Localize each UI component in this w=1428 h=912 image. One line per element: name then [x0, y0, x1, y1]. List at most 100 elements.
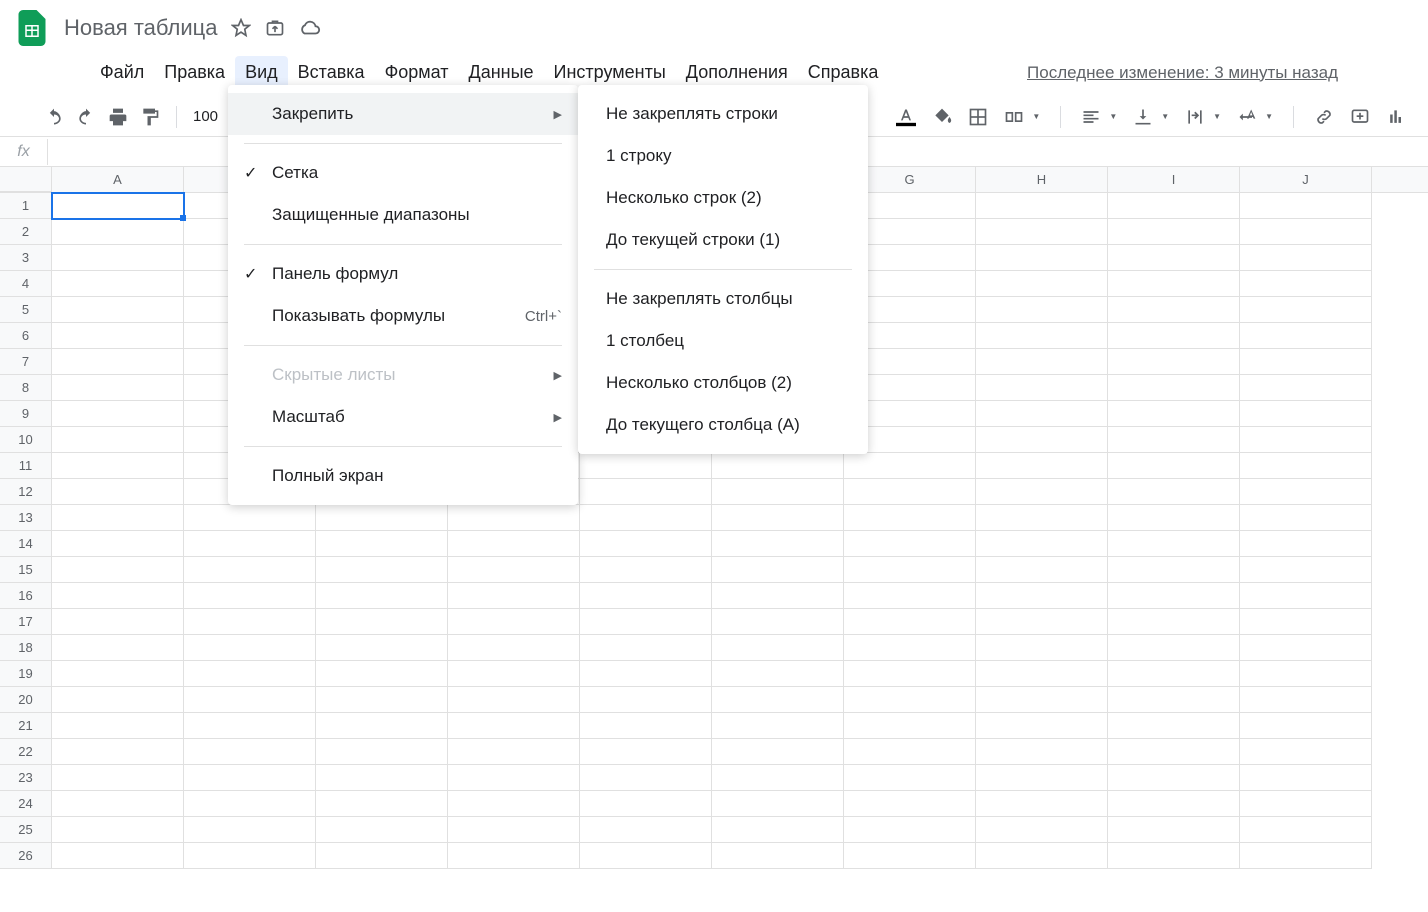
cell[interactable] — [1240, 557, 1372, 583]
cell[interactable] — [712, 817, 844, 843]
cell[interactable] — [844, 453, 976, 479]
cell[interactable] — [844, 609, 976, 635]
cell[interactable] — [1240, 713, 1372, 739]
cell[interactable] — [52, 401, 184, 427]
cell[interactable] — [1108, 193, 1240, 219]
cell[interactable] — [316, 791, 448, 817]
cell[interactable] — [580, 609, 712, 635]
row-header[interactable]: 22 — [0, 739, 52, 765]
cell[interactable] — [976, 583, 1108, 609]
cell[interactable] — [184, 609, 316, 635]
cell[interactable] — [1240, 219, 1372, 245]
row-header[interactable]: 6 — [0, 323, 52, 349]
cell[interactable] — [448, 661, 580, 687]
cell[interactable] — [52, 557, 184, 583]
cell[interactable] — [976, 349, 1108, 375]
move-icon[interactable] — [265, 18, 285, 38]
cell[interactable] — [976, 739, 1108, 765]
cell[interactable] — [844, 635, 976, 661]
cell[interactable] — [1240, 297, 1372, 323]
cell[interactable] — [316, 583, 448, 609]
cell[interactable] — [712, 479, 844, 505]
cell[interactable] — [1240, 193, 1372, 219]
cell[interactable] — [976, 557, 1108, 583]
horizontal-align-icon[interactable] — [1081, 107, 1101, 127]
cell[interactable] — [52, 219, 184, 245]
cell[interactable] — [976, 245, 1108, 271]
cell[interactable] — [1240, 427, 1372, 453]
cell[interactable] — [844, 843, 976, 869]
menu-zoom[interactable]: Масштаб ▶ — [228, 396, 578, 438]
cell[interactable] — [1240, 583, 1372, 609]
row-header[interactable]: 4 — [0, 271, 52, 297]
cell[interactable] — [316, 505, 448, 531]
cell[interactable] — [1108, 661, 1240, 687]
cell[interactable] — [976, 635, 1108, 661]
cell[interactable] — [844, 817, 976, 843]
cell[interactable] — [1108, 583, 1240, 609]
cell[interactable] — [976, 323, 1108, 349]
row-header[interactable]: 14 — [0, 531, 52, 557]
cell[interactable] — [976, 375, 1108, 401]
row-header[interactable]: 1 — [0, 193, 52, 219]
cell[interactable] — [448, 583, 580, 609]
cell[interactable] — [52, 583, 184, 609]
cell[interactable] — [580, 687, 712, 713]
cell[interactable] — [976, 687, 1108, 713]
row-header[interactable]: 20 — [0, 687, 52, 713]
cell[interactable] — [1108, 505, 1240, 531]
cell[interactable] — [52, 843, 184, 869]
cell[interactable] — [52, 375, 184, 401]
cell[interactable] — [712, 453, 844, 479]
cell[interactable] — [976, 817, 1108, 843]
cell[interactable] — [1240, 401, 1372, 427]
cell[interactable] — [1108, 323, 1240, 349]
cell[interactable] — [1240, 635, 1372, 661]
freeze-no-rows[interactable]: Не закреплять строки — [578, 93, 868, 135]
freeze-to-current-col[interactable]: До текущего столбца (A) — [578, 404, 868, 446]
row-header[interactable]: 21 — [0, 713, 52, 739]
freeze-2-rows[interactable]: Несколько строк (2) — [578, 177, 868, 219]
cell[interactable] — [448, 791, 580, 817]
cell[interactable] — [1108, 453, 1240, 479]
row-header[interactable]: 19 — [0, 661, 52, 687]
cell[interactable] — [1240, 739, 1372, 765]
undo-icon[interactable] — [44, 107, 64, 127]
row-header[interactable]: 13 — [0, 505, 52, 531]
vertical-align-icon[interactable] — [1133, 107, 1153, 127]
cell[interactable] — [184, 713, 316, 739]
cell[interactable] — [1108, 557, 1240, 583]
menu-gridlines[interactable]: ✓ Сетка — [228, 152, 578, 194]
cell[interactable] — [1108, 479, 1240, 505]
cell[interactable] — [712, 687, 844, 713]
column-header[interactable]: I — [1108, 167, 1240, 192]
cell[interactable] — [52, 661, 184, 687]
cell[interactable] — [712, 661, 844, 687]
cell[interactable] — [712, 739, 844, 765]
cell[interactable] — [316, 609, 448, 635]
cell[interactable] — [1240, 245, 1372, 271]
cell[interactable] — [52, 453, 184, 479]
paint-format-icon[interactable] — [140, 107, 160, 127]
cell[interactable] — [976, 609, 1108, 635]
star-icon[interactable] — [231, 18, 251, 38]
cell[interactable] — [52, 687, 184, 713]
cell[interactable] — [1240, 817, 1372, 843]
cell[interactable] — [976, 271, 1108, 297]
menu-show-formulas[interactable]: Показывать формулы Ctrl+` — [228, 295, 578, 337]
row-header[interactable]: 11 — [0, 453, 52, 479]
cell[interactable] — [580, 843, 712, 869]
cell[interactable] — [1108, 635, 1240, 661]
borders-icon[interactable] — [968, 107, 988, 127]
cell[interactable] — [184, 583, 316, 609]
sheets-logo[interactable] — [12, 8, 52, 48]
freeze-to-current-row[interactable]: До текущей строки (1) — [578, 219, 868, 261]
row-header[interactable]: 25 — [0, 817, 52, 843]
print-icon[interactable] — [108, 107, 128, 127]
freeze-2-cols[interactable]: Несколько столбцов (2) — [578, 362, 868, 404]
cell[interactable] — [52, 479, 184, 505]
cell[interactable] — [580, 765, 712, 791]
text-color-icon[interactable] — [896, 107, 916, 127]
row-header[interactable]: 8 — [0, 375, 52, 401]
cell[interactable] — [184, 505, 316, 531]
